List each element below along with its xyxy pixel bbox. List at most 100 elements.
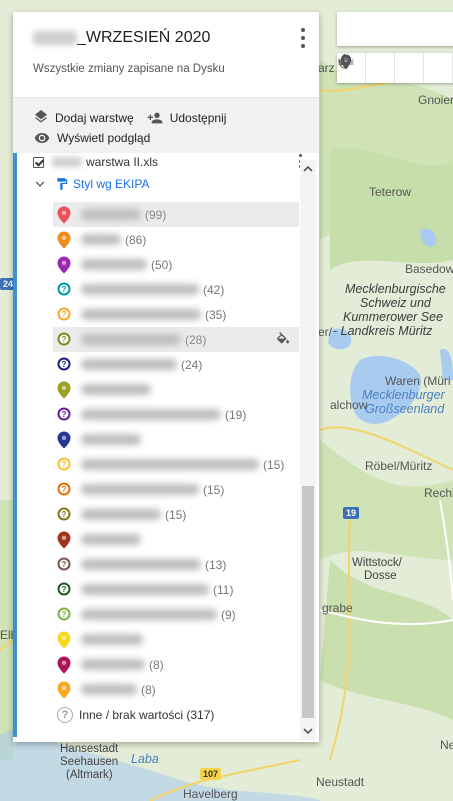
svg-text:?: ?	[62, 585, 67, 594]
paint-bucket-icon[interactable]	[275, 332, 291, 348]
map-title[interactable]: _WRZESIEŃ 2020	[33, 29, 319, 47]
map-pin-icon[interactable]: ?	[57, 506, 71, 524]
redacted-legend-name	[81, 684, 137, 695]
scrollbar-thumb[interactable]	[302, 486, 314, 718]
map-pin-icon[interactable]: ?	[57, 606, 71, 624]
legend-item[interactable]: ? (28)	[53, 327, 299, 352]
add-marker-button[interactable]	[340, 53, 453, 83]
legend-item[interactable]: (8)	[53, 652, 299, 677]
map-label-havelberg: Havelberg	[183, 787, 238, 801]
redacted-legend-name	[81, 609, 217, 620]
legend-item[interactable]	[53, 527, 299, 552]
redacted-legend-name	[81, 359, 177, 370]
map-label-robel: Röbel/Müritz	[365, 459, 433, 473]
map-label-er: er/	[318, 325, 333, 339]
svg-text:?: ?	[62, 485, 67, 494]
legend-count: (9)	[221, 607, 236, 622]
legend-item[interactable]: ? (19)	[53, 402, 299, 427]
svg-text:?: ?	[62, 460, 67, 469]
layer-header[interactable]: warstwa II.xls	[33, 153, 303, 171]
redacted-legend-name	[81, 384, 151, 395]
legend-count: (11)	[213, 582, 234, 597]
legend-item[interactable]: (99)	[53, 202, 299, 227]
share-button[interactable]: Udostępnij	[146, 110, 226, 126]
scroll-up-icon[interactable]	[303, 164, 313, 174]
map-pin-icon[interactable]: ?	[57, 356, 71, 374]
map-search-box[interactable]	[337, 12, 453, 46]
layers-panel: _WRZESIEŃ 2020 Wszystkie zmiany zapisane…	[13, 12, 319, 742]
layer-visibility-checkbox[interactable]	[33, 156, 44, 168]
map-pin-icon[interactable]	[57, 431, 71, 449]
legend-item[interactable]: (8)	[53, 677, 299, 702]
redacted-legend-name	[81, 309, 201, 320]
legend-item[interactable]: ? (9)	[53, 602, 299, 627]
preview-button[interactable]: Wyświetl podgląd	[33, 130, 150, 146]
legend-count: (86)	[125, 232, 147, 247]
pan-hand-button[interactable]	[338, 53, 424, 83]
svg-text:?: ?	[62, 610, 67, 619]
road-shield-107: 107	[200, 768, 222, 780]
map-options-menu[interactable]	[299, 28, 307, 48]
legend-item[interactable]: ? (15)	[53, 477, 299, 502]
map-pin-icon[interactable]: ?	[57, 556, 71, 574]
svg-text:?: ?	[62, 335, 67, 344]
legend-item[interactable]: ? (13)	[53, 552, 299, 577]
redacted-legend-name	[81, 484, 199, 495]
map-pin-icon[interactable]: ?	[57, 281, 71, 299]
legend-item[interactable]: (86)	[53, 227, 299, 252]
redacted-legend-name	[81, 209, 141, 220]
legend-scrollbar[interactable]	[300, 160, 316, 740]
map-pin-icon[interactable]: ?	[57, 306, 71, 324]
add-layer-button[interactable]: Dodaj warstwę	[33, 110, 134, 126]
map-pin-icon[interactable]: ?	[57, 331, 71, 349]
legend-item[interactable]: ? (42)	[53, 277, 299, 302]
map-pin-icon[interactable]	[57, 656, 71, 674]
legend-item[interactable]	[53, 427, 299, 452]
map-pin-icon[interactable]: ?	[57, 481, 71, 499]
legend-item[interactable]: ? (15)	[53, 452, 299, 477]
svg-text:?: ?	[62, 360, 67, 369]
legend-count: (42)	[203, 282, 225, 297]
layer-style-button[interactable]: Styl wg EKIPA	[35, 175, 149, 193]
legend-item[interactable]: ? (35)	[53, 302, 299, 327]
legend-count: (8)	[141, 682, 156, 697]
map-pin-icon[interactable]	[57, 531, 71, 549]
map-pin-icon[interactable]	[57, 206, 71, 224]
road-shield-19: 19	[343, 507, 360, 519]
legend-item[interactable]: ? (15)	[53, 502, 299, 527]
map-pin-icon[interactable]	[57, 231, 71, 249]
legend-item[interactable]	[53, 627, 299, 652]
legend-item-other[interactable]: ? Inne / brak wartości (317)	[53, 702, 299, 727]
preview-label: Wyświetl podgląd	[57, 131, 151, 145]
map-pin-icon[interactable]	[57, 381, 71, 399]
map-label-wittstock: Wittstock/	[352, 557, 402, 569]
map-label-arz: arz	[318, 61, 335, 75]
map-label-laba: Laba	[131, 752, 159, 766]
map-pin-icon[interactable]	[57, 256, 71, 274]
eye-icon	[34, 133, 50, 143]
legend-count: (8)	[149, 657, 164, 672]
legend-item[interactable]: ? (24)	[53, 352, 299, 377]
map-pin-icon[interactable]	[57, 681, 71, 699]
chevron-down-icon	[35, 181, 45, 188]
legend-item[interactable]: ? (11)	[53, 577, 299, 602]
svg-text:?: ?	[62, 510, 67, 519]
legend-count: (99)	[145, 207, 167, 222]
legend-item[interactable]: (50)	[53, 252, 299, 277]
svg-text:?: ?	[62, 285, 67, 294]
redacted-legend-name	[81, 459, 259, 470]
redacted-legend-name	[81, 409, 221, 420]
redo-button[interactable]	[338, 53, 395, 83]
redacted-title-prefix	[33, 31, 77, 45]
map-pin-icon[interactable]: ?	[57, 456, 71, 474]
map-pin-icon[interactable]: ?	[57, 581, 71, 599]
map-pin-icon[interactable]: ?	[57, 406, 71, 424]
redacted-legend-name	[81, 434, 141, 445]
map-label-basedow: Basedow	[405, 262, 453, 276]
legend-count: (24)	[181, 357, 203, 372]
map-pin-icon[interactable]	[57, 631, 71, 649]
legend-item[interactable]	[53, 377, 299, 402]
scroll-down-icon[interactable]	[303, 726, 313, 736]
redacted-legend-name	[81, 284, 199, 295]
map-label-gnoien: Gnoier	[418, 93, 453, 107]
